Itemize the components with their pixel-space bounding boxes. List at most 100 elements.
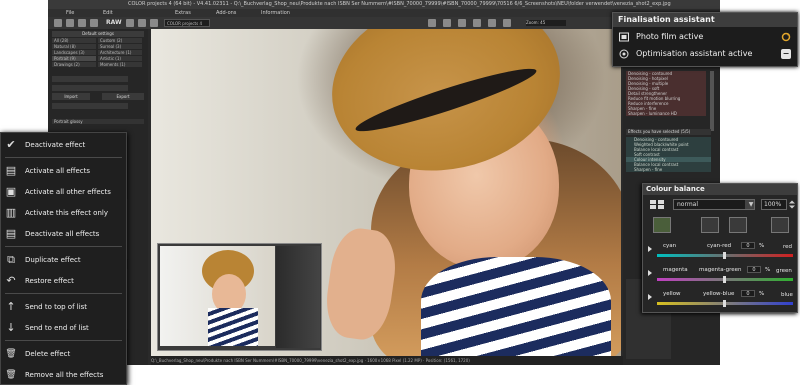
yellow-label: yellow <box>663 291 681 297</box>
magenta-green-label: magenta-green <box>699 267 742 273</box>
image-mask-button[interactable] <box>653 217 671 233</box>
menu-delete[interactable]: 🗑 Delete effect <box>1 344 126 364</box>
brush-add-button[interactable] <box>701 217 719 233</box>
menu-restore[interactable]: ↶ Restore effect <box>1 271 126 291</box>
menu-separator <box>5 157 122 158</box>
expand-row-icon[interactable] <box>648 294 652 300</box>
percent-label: % <box>759 291 765 297</box>
menu-separator <box>5 293 122 294</box>
preset-search[interactable] <box>52 85 128 91</box>
checkmark-icon: ✔ <box>6 138 16 151</box>
rotate-icon[interactable] <box>503 19 511 27</box>
selected-effects-list: Denoising - contoured Weighted black/whi… <box>626 137 711 172</box>
preset-category[interactable]: Surreal (3) <box>98 44 142 49</box>
split-view-icon[interactable] <box>443 19 451 27</box>
yellow-blue-slider-knob[interactable] <box>723 300 726 307</box>
preset-slider[interactable] <box>52 76 128 82</box>
menu-label: Duplicate effect <box>25 256 81 264</box>
photo-film-row[interactable]: Photo film active <box>617 30 795 44</box>
blend-mode-select[interactable]: normal ▼ <box>673 199 755 210</box>
warning-icon[interactable] <box>458 19 466 27</box>
cyan-red-slider-knob[interactable] <box>723 252 726 259</box>
preset-category[interactable]: Custom (2) <box>98 38 142 43</box>
menu-file[interactable]: File <box>66 9 74 17</box>
info-icon[interactable] <box>150 19 158 27</box>
photo-shirt <box>421 257 611 356</box>
preset-category[interactable]: Architecture (1) <box>98 50 142 55</box>
preset-category[interactable]: Landscapes (3) <box>52 50 96 55</box>
brush-remove-button[interactable] <box>729 217 747 233</box>
menu-duplicate[interactable]: ⧉ Duplicate effect <box>1 250 126 270</box>
preview-inset[interactable] <box>157 243 322 351</box>
project-select[interactable]: COLOR projects 4 <box>164 19 210 27</box>
menu-label: Deactivate all effects <box>25 230 100 238</box>
menu-label: Remove all the effects <box>25 371 104 379</box>
redo-icon[interactable] <box>138 19 146 27</box>
preset-category[interactable]: Portrait (9) <box>52 56 96 61</box>
zoom-field[interactable]: Zoom: 45 <box>526 20 566 26</box>
export-button[interactable]: Export <box>102 93 144 100</box>
optimisation-row[interactable]: Optimisation assistant active − <box>617 47 795 61</box>
deactivate-all-icon: ▤ <box>5 227 17 240</box>
menu-remove-all[interactable]: 🗑 Remove all the effects <box>1 365 126 385</box>
blend-mode-value: normal <box>677 201 699 208</box>
chevron-down-icon: ▼ <box>745 200 754 209</box>
import-button[interactable]: Import <box>52 93 90 100</box>
menu-send-end[interactable]: ↓ Send to end of list <box>1 318 126 338</box>
preset-category[interactable]: Artistic (1) <box>98 56 142 61</box>
preset-category[interactable]: Natural (8) <box>52 44 96 49</box>
yellow-blue-value[interactable]: 0 <box>741 290 755 297</box>
opacity-arrows-icon[interactable] <box>788 200 796 209</box>
finalisation-title: Finalisation assistant <box>613 13 797 27</box>
yellow-blue-label: yellow-blue <box>703 291 735 297</box>
menu-send-top[interactable]: ↑ Send to top of list <box>1 297 126 317</box>
refresh-icon[interactable] <box>781 32 791 42</box>
preset-category[interactable]: Drawings (2) <box>52 62 96 67</box>
menu-information[interactable]: Information <box>261 9 290 17</box>
magenta-green-value[interactable]: 0 <box>747 266 761 273</box>
delete-mask-button[interactable] <box>771 217 789 233</box>
preset-category[interactable]: All (28) <box>52 38 96 43</box>
magenta-label: magenta <box>663 267 688 273</box>
percent-label: % <box>765 267 771 273</box>
menu-activate-all[interactable]: ▤ Activate all effects <box>1 161 126 181</box>
window-title: COLOR projects 4 (64 bit) - V4.41.02311 … <box>48 0 720 9</box>
cyan-red-value[interactable]: 0 <box>741 242 755 249</box>
open-icon[interactable] <box>54 19 62 27</box>
crop-icon[interactable] <box>473 19 481 27</box>
selected-effect-item[interactable]: Sharpen - fine <box>626 167 711 172</box>
blend-mode-icon <box>650 200 664 209</box>
menu-extras[interactable]: Extras <box>175 9 191 17</box>
print-icon[interactable] <box>78 19 86 27</box>
activate-others-icon: ▣ <box>5 185 17 198</box>
optimise-icon <box>619 49 629 59</box>
compare-icon[interactable] <box>428 19 436 27</box>
undo-icon[interactable] <box>126 19 134 27</box>
preview-side <box>276 246 320 348</box>
collapse-button[interactable]: − <box>781 49 791 59</box>
expand-row-icon[interactable] <box>648 246 652 252</box>
photo-film-label: Photo film active <box>636 32 704 41</box>
effect-item[interactable]: Sharpen - luminance HD <box>626 111 706 116</box>
raw-button[interactable]: RAW <box>106 18 122 28</box>
effect-list-scrollbar[interactable] <box>710 71 714 131</box>
expand-row-icon[interactable] <box>648 270 652 276</box>
menu-deactivate-all[interactable]: ▤ Deactivate all effects <box>1 224 126 244</box>
menu-deactivate-effect[interactable]: ✔ Deactivate effect <box>1 135 126 155</box>
menu-activate-others[interactable]: ▣ Activate all other effects <box>1 182 126 202</box>
menu-label: Activate this effect only <box>25 209 108 217</box>
preset-dropdown[interactable] <box>52 103 128 109</box>
restore-icon: ↶ <box>6 274 16 287</box>
optimisation-label: Optimisation assistant active <box>636 49 753 58</box>
save-icon[interactable] <box>66 19 74 27</box>
preset-categories: All (28) Custom (2) Natural (8) Surreal … <box>52 38 144 68</box>
export-icon[interactable] <box>90 19 98 27</box>
opacity-field[interactable]: 100% <box>761 199 787 210</box>
flip-icon[interactable] <box>488 19 496 27</box>
menu-label: Delete effect <box>25 350 71 358</box>
preset-category[interactable]: Moments (1) <box>98 62 142 67</box>
menu-edit[interactable]: Edit <box>103 9 113 17</box>
menu-addons[interactable]: Add-ons <box>216 9 236 17</box>
magenta-green-slider-knob[interactable] <box>723 276 726 283</box>
menu-activate-only[interactable]: ▥ Activate this effect only <box>1 203 126 223</box>
